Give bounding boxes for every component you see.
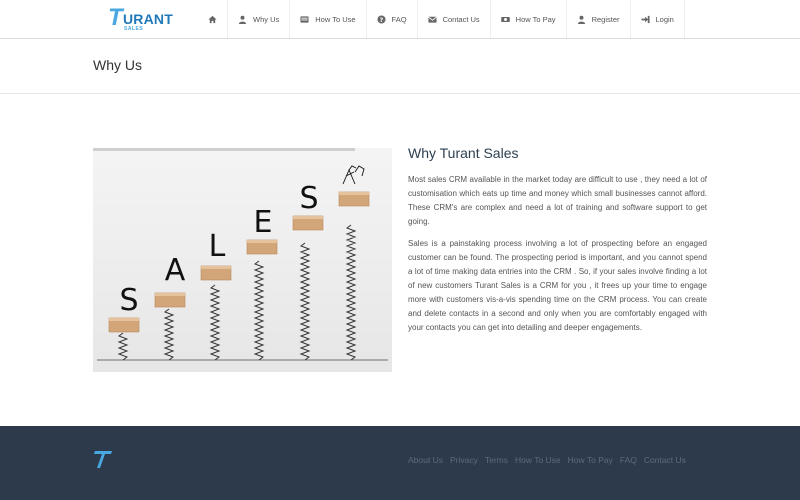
- paragraph-2: Sales is a painstaking process involving…: [408, 239, 707, 332]
- nav-how-to-pay[interactable]: How To Pay: [491, 0, 567, 38]
- hero-letter-s1: S: [119, 283, 138, 318]
- svg-text:?: ?: [379, 16, 383, 23]
- paragraph-1: Most sales CRM available in the market t…: [408, 175, 707, 226]
- nav-register[interactable]: Register: [567, 0, 631, 38]
- envelope-icon: [428, 15, 437, 24]
- footer-link-faq[interactable]: FAQ: [620, 455, 637, 465]
- sales-stairs-illustration: S A L E S: [97, 165, 388, 361]
- nav-register-label: Register: [591, 14, 620, 24]
- nav-how-to-use-label: How To Use: [315, 14, 356, 24]
- why-turant-section: Why Turant Sales Most sales CRM availabl…: [408, 145, 707, 343]
- footer-link-how-to-use[interactable]: How To Use: [515, 455, 561, 465]
- nav-login[interactable]: Login: [631, 0, 685, 38]
- logo-subtext: SALES: [124, 26, 144, 32]
- nav-login-label: Login: [655, 14, 674, 24]
- logo-initial: T: [108, 4, 123, 31]
- home-icon: [208, 15, 217, 24]
- list-icon: [300, 15, 309, 24]
- page-header: Why Us: [0, 39, 800, 94]
- top-navbar: T URANT SALES Why Us How To Use ? FAQ Co…: [0, 0, 800, 39]
- site-footer: About Us Privacy Terms How To Use How To…: [0, 426, 800, 500]
- user-icon: [577, 15, 586, 24]
- money-icon: [500, 15, 510, 24]
- hero-letter-a: A: [165, 253, 186, 288]
- nav-why-us-label: Why Us: [253, 14, 280, 24]
- footer-link-how-to-pay[interactable]: How To Pay: [568, 455, 613, 465]
- nav-faq[interactable]: ? FAQ: [367, 0, 418, 38]
- nav-why-us[interactable]: Why Us: [228, 0, 291, 38]
- footer-link-privacy[interactable]: Privacy: [450, 455, 478, 465]
- footer-link-terms[interactable]: Terms: [485, 455, 508, 465]
- hero-letter-e: E: [254, 205, 273, 240]
- footer-link-about-us[interactable]: About Us: [408, 455, 443, 465]
- hero-letter-l: L: [209, 229, 226, 264]
- footer-links: About Us Privacy Terms How To Use How To…: [408, 455, 686, 465]
- brand-logo[interactable]: T URANT SALES: [108, 4, 174, 32]
- nav-how-to-use[interactable]: How To Use: [290, 0, 367, 38]
- nav-contact-us-label: Contact Us: [442, 14, 480, 24]
- nav-contact-us[interactable]: Contact Us: [418, 0, 491, 38]
- user-icon: [238, 15, 247, 24]
- hero-letter-s2: S: [299, 181, 318, 216]
- section-heading: Why Turant Sales: [408, 145, 519, 161]
- footer-link-contact-us[interactable]: Contact Us: [644, 455, 686, 465]
- t-logo-icon: [94, 451, 112, 468]
- nav-how-to-pay-label: How To Pay: [515, 14, 556, 24]
- page-title: Why Us: [93, 57, 142, 73]
- sales-stairs-image: S A L E S: [93, 148, 392, 372]
- sign-in-icon: [640, 15, 650, 24]
- nav-home[interactable]: [198, 0, 228, 38]
- main-nav: Why Us How To Use ? FAQ Contact Us How T…: [198, 0, 685, 38]
- question-circle-icon: ?: [376, 14, 386, 24]
- nav-faq-label: FAQ: [391, 14, 407, 24]
- footer-logo[interactable]: [93, 448, 113, 470]
- logo-wordmark: URANT: [123, 11, 173, 27]
